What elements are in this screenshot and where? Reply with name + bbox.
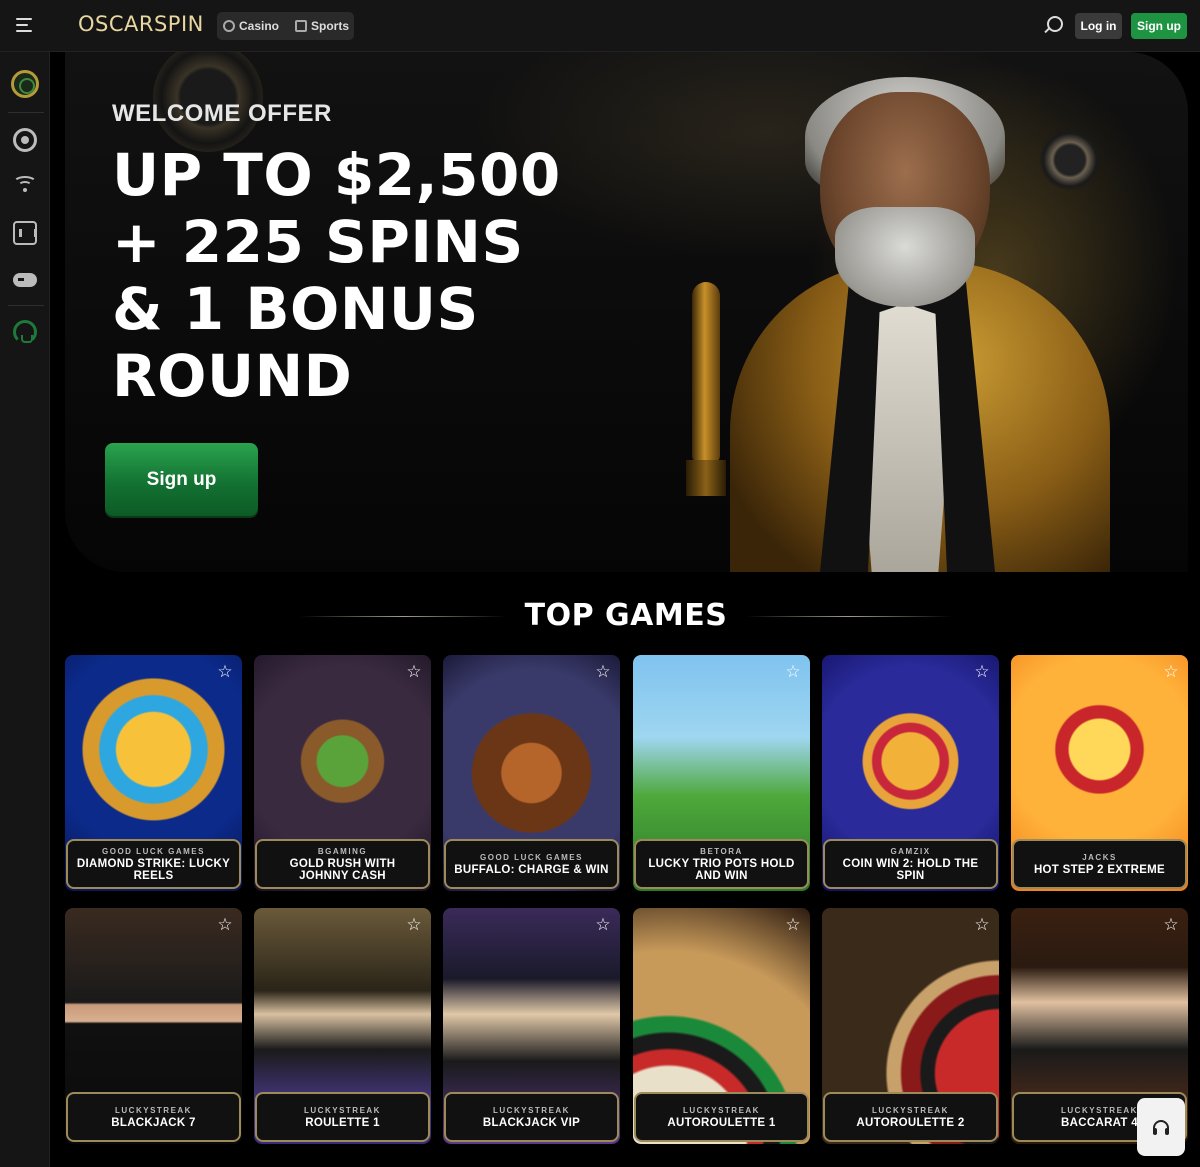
search-icon[interactable] [1047, 16, 1063, 32]
game-card[interactable]: ☆ GAMZIX COIN WIN 2: HOLD THE SPIN [822, 655, 999, 891]
game-provider: LUCKYSTREAK [304, 1105, 381, 1115]
favorite-star-icon[interactable]: ☆ [216, 916, 234, 934]
favorite-star-icon[interactable]: ☆ [1162, 916, 1180, 934]
hero-title-line: UP TO $2,500 [112, 141, 561, 209]
game-info-plate: JACKS HOT STEP 2 EXTREME [1012, 839, 1187, 889]
game-info-plate: LUCKYSTREAK BLACKJACK 7 [66, 1092, 241, 1142]
header-signup-button[interactable]: Sign up [1131, 13, 1187, 39]
tab-casino-label: Casino [239, 19, 280, 33]
favorite-star-icon[interactable]: ☆ [784, 916, 802, 934]
favorite-star-icon[interactable]: ☆ [216, 663, 234, 681]
favorite-star-icon[interactable]: ☆ [973, 663, 991, 681]
hero-character-image [645, 62, 1165, 572]
game-card[interactable]: ☆ LUCKYSTREAK ROULETTE 1 [254, 908, 431, 1144]
game-title: BLACKJACK 7 [111, 1116, 196, 1129]
game-title: AUTOROULETTE 1 [667, 1116, 776, 1129]
welcome-offer-banner[interactable]: WELCOME OFFER UP TO $2,500 + 225 SPINS &… [65, 52, 1188, 572]
game-title: DIAMOND STRIKE: LUCKY REELS [76, 857, 231, 882]
game-title: BLACKJACK VIP [482, 1116, 581, 1129]
game-info-plate: LUCKYSTREAK ROULETTE 1 [255, 1092, 430, 1142]
game-card[interactable]: ☆ BGAMING GOLD RUSH WITH JOHNNY CASH [254, 655, 431, 891]
game-card[interactable]: ☆ BETORA LUCKY TRIO POTS HOLD AND WIN [633, 655, 810, 891]
game-card[interactable]: ☆ LUCKYSTREAK AUTOROULETTE 2 [822, 908, 999, 1144]
headset-icon [1153, 1120, 1169, 1135]
casino-chip-icon[interactable] [13, 128, 37, 152]
hero-signup-button[interactable]: Sign up [105, 443, 258, 516]
game-provider: BETORA [700, 846, 743, 856]
sports-icon [295, 20, 307, 32]
game-card[interactable]: ☆ LUCKYSTREAK AUTOROULETTE 1 [633, 908, 810, 1144]
game-provider: LUCKYSTREAK [493, 1105, 570, 1115]
casino-sports-switch: Casino Sports [217, 12, 354, 40]
game-title: BUFFALO: CHARGE & WIN [454, 863, 609, 876]
top-games-heading: TOP GAMES [524, 598, 728, 633]
game-title: HOT STEP 2 EXTREME [1033, 863, 1166, 876]
game-card[interactable]: ☆ GOOD LUCK GAMES DIAMOND STRIKE: LUCKY RE… [65, 655, 242, 891]
hero-title-line: & 1 BONUS [112, 275, 479, 343]
game-provider: BGAMING [317, 846, 368, 856]
game-info-plate: GOOD LUCK GAMES BUFFALO: CHARGE & WIN [444, 839, 619, 889]
game-title: LUCKY TRIO POTS HOLD AND WIN [648, 857, 795, 882]
game-info-plate: GAMZIX COIN WIN 2: HOLD THE SPIN [823, 839, 998, 889]
tab-sports-label: Sports [311, 19, 350, 33]
support-headset-icon[interactable] [13, 320, 37, 344]
heading-divider-right [746, 616, 952, 617]
live-chat-support-button[interactable] [1137, 1098, 1185, 1156]
game-info-plate: GOOD LUCK GAMES DIAMOND STRIKE: LUCKY REE… [66, 839, 241, 889]
game-provider: GOOD LUCK GAMES [102, 846, 205, 856]
hero-title-line: ROUND [112, 342, 353, 410]
game-info-plate: LUCKYSTREAK AUTOROULETTE 2 [823, 1092, 998, 1142]
game-title: ROULETTE 1 [305, 1116, 380, 1129]
favorite-star-icon[interactable]: ☆ [784, 663, 802, 681]
favorite-star-icon[interactable]: ☆ [594, 663, 612, 681]
heading-divider-left [300, 616, 506, 617]
casino-chip-icon [223, 20, 235, 32]
game-info-plate: LUCKYSTREAK AUTOROULETTE 1 [634, 1092, 809, 1142]
game-provider: LUCKYSTREAK [1061, 1105, 1138, 1115]
oscarspin-logo-icon[interactable] [11, 70, 39, 98]
sidebar [0, 52, 50, 1167]
top-header: OSCARSPIN Casino Sports Log in Sign up [0, 0, 1200, 52]
welcome-offer-label: WELCOME OFFER [112, 100, 332, 127]
game-card[interactable]: ☆ LUCKYSTREAK BLACKJACK 7 [65, 908, 242, 1144]
tab-sports[interactable]: Sports [289, 12, 349, 40]
golden-statuette-image [680, 282, 732, 512]
game-card[interactable]: ☆ JACKS HOT STEP 2 EXTREME [1011, 655, 1188, 891]
game-info-plate: BGAMING GOLD RUSH WITH JOHNNY CASH [255, 839, 430, 889]
game-info-plate: BETORA LUCKY TRIO POTS HOLD AND WIN [634, 839, 809, 889]
login-button[interactable]: Log in [1075, 13, 1122, 39]
game-provider: JACKS [1082, 852, 1117, 862]
game-title: COIN WIN 2: HOLD THE SPIN [842, 857, 979, 882]
favorite-star-icon[interactable]: ☆ [405, 916, 423, 934]
game-title: GOLD RUSH WITH JOHNNY CASH [289, 857, 396, 882]
game-provider: LUCKYSTREAK [115, 1105, 192, 1115]
gamepad-icon[interactable] [13, 268, 37, 292]
sidebar-divider [8, 305, 44, 306]
menu-icon[interactable] [14, 14, 36, 36]
game-provider: GOOD LUCK GAMES [480, 852, 583, 862]
favorite-star-icon[interactable]: ☆ [1162, 663, 1180, 681]
favorite-star-icon[interactable]: ☆ [973, 916, 991, 934]
favorite-star-icon[interactable]: ☆ [594, 916, 612, 934]
game-title: BACCARAT 4 [1061, 1116, 1138, 1129]
hero-title-line: + 225 SPINS [112, 208, 524, 276]
oscarspin-logo[interactable]: OSCARSPIN [78, 12, 204, 36]
game-provider: GAMZIX [890, 846, 931, 856]
game-title: AUTOROULETTE 2 [856, 1116, 965, 1129]
game-card[interactable]: ☆ GOOD LUCK GAMES BUFFALO: CHARGE & WIN [443, 655, 620, 891]
game-info-plate: LUCKYSTREAK BLACKJACK VIP [444, 1092, 619, 1142]
sidebar-divider [8, 112, 44, 113]
game-provider: LUCKYSTREAK [683, 1105, 760, 1115]
game-card[interactable]: ☆ LUCKYSTREAK BLACKJACK VIP [443, 908, 620, 1144]
favorite-star-icon[interactable]: ☆ [405, 663, 423, 681]
game-provider: LUCKYSTREAK [872, 1105, 949, 1115]
live-broadcast-icon[interactable] [13, 174, 37, 198]
slot-machine-icon[interactable] [13, 221, 37, 245]
tab-casino[interactable]: Casino [217, 12, 279, 40]
hero-title: UP TO $2,500 + 225 SPINS & 1 BONUS ROUND [112, 142, 582, 410]
